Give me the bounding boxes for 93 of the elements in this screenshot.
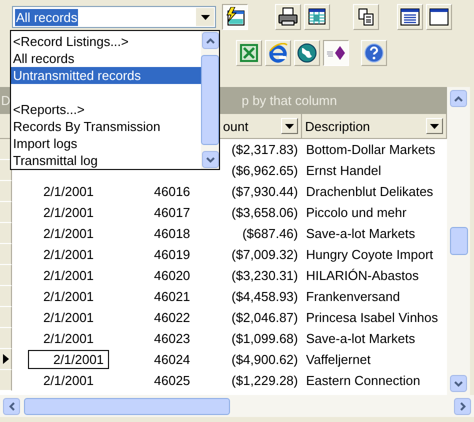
group-hint-text: p by that column — [242, 93, 337, 108]
filter-dropdown-icon[interactable] — [281, 118, 298, 134]
table-cell-text: 2/1/2001 — [42, 183, 95, 200]
table-cell-text: 46016 — [153, 183, 192, 200]
table-cell-text: 2/1/2001 — [42, 204, 95, 221]
window-button[interactable] — [426, 4, 452, 30]
table-cell-text: 2/1/2001 — [42, 372, 95, 389]
scroll-up-icon[interactable] — [450, 90, 467, 107]
table-cell-text: 46023 — [153, 330, 192, 347]
globe-icon — [297, 43, 317, 63]
list-scrollbar[interactable] — [201, 31, 219, 169]
row-selector[interactable] — [0, 160, 12, 181]
table-cell-text: ($1,229.28) — [230, 372, 299, 389]
dropdown-item[interactable]: <Reports...> — [11, 101, 201, 118]
table-cell-text: ($7,009.32) — [230, 246, 299, 263]
dropdown-item[interactable]: All records — [11, 50, 201, 67]
text-window-button[interactable] — [397, 4, 423, 30]
help-button[interactable] — [361, 40, 387, 66]
lightning-window-button[interactable] — [222, 4, 248, 30]
table-cell-text: 46022 — [153, 309, 192, 326]
table-cell-text: 46021 — [153, 288, 192, 305]
table-cell-text: 2/1/2001 — [42, 309, 95, 326]
filter-dropdown-icon[interactable] — [426, 118, 443, 134]
table-cell-text: Frankenversand — [305, 288, 401, 305]
dropdown-item[interactable]: <Record Listings...> — [11, 33, 201, 50]
table-cell-text: Princesa Isabel Vinhos — [305, 309, 440, 326]
table-cell-text: Bottom-Dollar Markets — [305, 141, 436, 158]
table-cell-text: Hungry Coyote Import — [305, 246, 434, 263]
browser-e-icon — [268, 43, 288, 63]
scroll-down-icon[interactable] — [202, 151, 218, 168]
table-cell-text: 2/1/2001 — [42, 267, 95, 284]
dropdown-item[interactable]: Untransmitted records — [11, 67, 201, 84]
browser-e-button[interactable] — [265, 40, 291, 66]
dropdown-item[interactable]: Import logs — [11, 135, 201, 152]
copy-icon — [356, 7, 376, 27]
table-cell-text: 2/1/2001 — [42, 330, 95, 347]
table-icon — [307, 7, 327, 27]
table-cell-text: 2/1/2001 — [42, 225, 95, 242]
table-cell-text: Save-a-lot Markets — [305, 225, 416, 242]
copy-button[interactable] — [353, 4, 379, 30]
table-cell-text: 46018 — [153, 225, 192, 242]
row-selector[interactable] — [0, 349, 12, 370]
table-cell-text: 46019 — [153, 246, 192, 263]
table-cell-text: 46025 — [153, 372, 192, 389]
table-cell-text: 2/1/2001 — [42, 246, 95, 263]
table-cell-text: ($687.46) — [241, 225, 299, 242]
scroll-down-icon[interactable] — [450, 375, 467, 392]
table-button[interactable] — [304, 4, 330, 30]
dropdown-item[interactable]: Transmittal log — [11, 152, 201, 169]
lightning-window-icon — [225, 7, 245, 27]
scroll-thumb[interactable] — [450, 227, 468, 255]
scroll-right-icon[interactable] — [454, 398, 471, 414]
table-cell-text: ($4,458.93) — [230, 288, 299, 305]
scroll-thumb[interactable] — [201, 55, 219, 145]
printer-button[interactable] — [275, 4, 301, 30]
horizontal-scrollbar[interactable] — [0, 395, 474, 417]
dropdown-item[interactable]: Records By Transmission — [11, 118, 201, 135]
table-cell: 2/1/2001 — [28, 350, 109, 369]
group-hint-text: D — [1, 93, 10, 108]
table-cell-text: ($7,930.44) — [230, 183, 299, 200]
table-cell-text: HILARIÓN-Abastos — [305, 267, 420, 284]
scroll-thumb[interactable] — [24, 398, 230, 414]
table-cell-text: 2/1/2001 — [42, 288, 95, 305]
table-cell-text: Ernst Handel — [305, 162, 382, 179]
help-icon — [364, 43, 384, 63]
table-cell-text: Drachenblut Delikates — [305, 183, 434, 200]
excel-icon — [239, 43, 259, 63]
combo-value: All records — [15, 8, 78, 26]
table-cell-text: Save-a-lot Markets — [305, 330, 416, 347]
scroll-up-icon[interactable] — [202, 32, 218, 49]
column-header[interactable]: Description — [302, 114, 447, 139]
vertical-scrollbar[interactable] — [447, 87, 470, 395]
table-cell-text: ($2,317.83) — [230, 141, 299, 158]
table-cell-text: Piccolo und mehr — [305, 204, 408, 221]
diamond-button[interactable] — [323, 40, 349, 66]
text-window-icon — [400, 7, 420, 27]
excel-button[interactable] — [236, 40, 262, 66]
table-cell-text: ($2,046.87) — [230, 309, 299, 326]
printer-icon — [278, 7, 298, 27]
record-combo-box[interactable]: All records — [12, 6, 216, 28]
table-cell-text: ($6,962.65) — [230, 162, 299, 179]
table-cell-text: ($3,658.06) — [230, 204, 299, 221]
table-cell-text: ($3,230.31) — [230, 267, 299, 284]
table-cell-text: 46020 — [153, 267, 192, 284]
table-cell-text: ($4,900.62) — [230, 351, 299, 368]
globe-button[interactable] — [294, 40, 320, 66]
table-cell-text: Vaffeljernet — [305, 351, 372, 368]
table-cell-text: ($1,099.68) — [230, 330, 299, 347]
table-cell-text: 46017 — [153, 204, 192, 221]
window-icon — [429, 7, 449, 27]
scroll-left-icon[interactable] — [3, 398, 20, 414]
table-cell-text: Eastern Connection — [305, 372, 422, 389]
table-cell-text: 46024 — [153, 351, 192, 368]
